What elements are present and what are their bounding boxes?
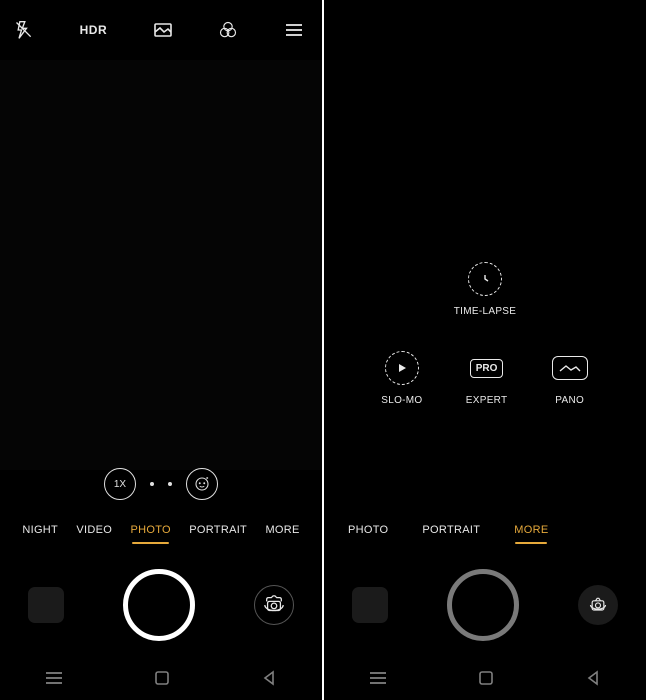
shutter-button[interactable] (123, 569, 195, 641)
zoom-chip[interactable]: 1X (104, 468, 136, 500)
nav-home-icon[interactable] (477, 669, 495, 692)
flash-off-icon[interactable] (14, 20, 34, 40)
shutter-row (324, 555, 646, 655)
pano-label: PANO (555, 395, 584, 406)
gallery-thumb[interactable] (28, 587, 64, 623)
more-modes-grid: TIME-LAPSE SLO-MO PRO EXPERT (324, 260, 646, 406)
pano-icon (551, 349, 589, 387)
nav-recent-icon[interactable] (45, 671, 63, 690)
shutter-button[interactable] (447, 569, 519, 641)
android-navbar (0, 660, 322, 700)
gallery-thumb[interactable] (352, 587, 388, 623)
shutter-row (0, 555, 322, 655)
mode-photo[interactable]: PHOTO (129, 518, 173, 542)
mode-pano[interactable]: PANO (551, 349, 589, 406)
nav-home-icon[interactable] (153, 669, 171, 692)
hdr-toggle[interactable]: HDR (80, 23, 108, 37)
slomo-label: SLO-MO (381, 395, 422, 406)
nav-back-icon[interactable] (585, 670, 601, 691)
timelapse-label: TIME-LAPSE (454, 306, 516, 317)
mode-expert[interactable]: PRO EXPERT (466, 349, 508, 406)
switch-camera-button[interactable] (578, 585, 618, 625)
side-by-side-container: HDR (0, 0, 646, 700)
switch-camera-button[interactable] (254, 585, 294, 625)
phone-right: TIME-LAPSE SLO-MO PRO EXPERT (324, 0, 646, 700)
mode-portrait[interactable]: PORTRAIT (187, 518, 249, 542)
pro-icon: PRO (468, 349, 506, 387)
camera-topbar: HDR (0, 0, 322, 60)
mode-photo[interactable]: PHOTO (346, 518, 390, 542)
nav-back-icon[interactable] (261, 670, 277, 691)
face-beauty-icon[interactable] (186, 468, 218, 500)
expert-label: EXPERT (466, 395, 508, 406)
phone-left: HDR (0, 0, 322, 700)
mode-strip: NIGHT VIDEO PHOTO PORTRAIT MORE (0, 510, 322, 550)
timelapse-icon (466, 260, 504, 298)
aspect-ratio-icon[interactable] (153, 20, 173, 40)
android-navbar (324, 660, 646, 700)
mode-night[interactable]: NIGHT (20, 518, 60, 542)
filter-icon[interactable] (218, 20, 238, 40)
mode-portrait[interactable]: PORTRAIT (420, 518, 482, 542)
mode-timelapse[interactable]: TIME-LAPSE (454, 260, 516, 317)
menu-icon[interactable] (284, 20, 304, 40)
mode-slomo[interactable]: SLO-MO (381, 349, 422, 406)
zoom-row: 1X (0, 468, 322, 500)
nav-recent-icon[interactable] (369, 671, 387, 690)
mode-more[interactable]: MORE (512, 518, 550, 542)
zoom-dot (168, 482, 172, 486)
mode-more[interactable]: MORE (263, 518, 301, 542)
mode-video[interactable]: VIDEO (74, 518, 114, 542)
zoom-dot (150, 482, 154, 486)
slomo-icon (383, 349, 421, 387)
mode-strip: PHOTO PORTRAIT MORE (324, 510, 646, 550)
viewfinder[interactable] (0, 60, 322, 470)
